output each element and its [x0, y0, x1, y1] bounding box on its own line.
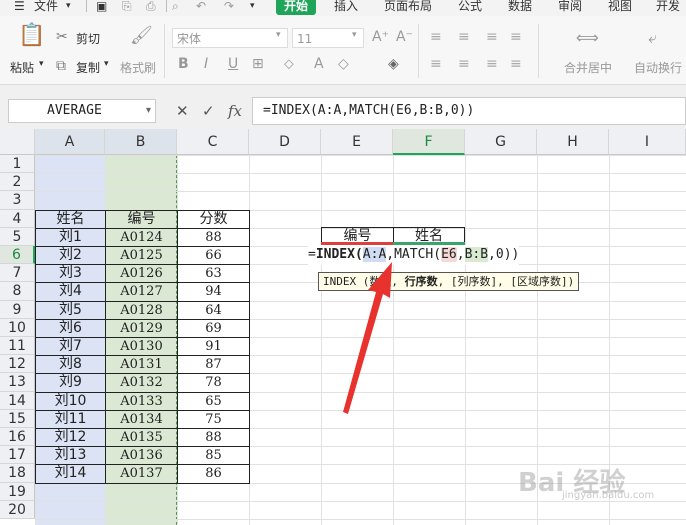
annotation-arrow: [343, 262, 392, 414]
red-arrow-icon: [343, 262, 392, 414]
watermark-url: jingyan.baidu.com: [562, 490, 655, 501]
